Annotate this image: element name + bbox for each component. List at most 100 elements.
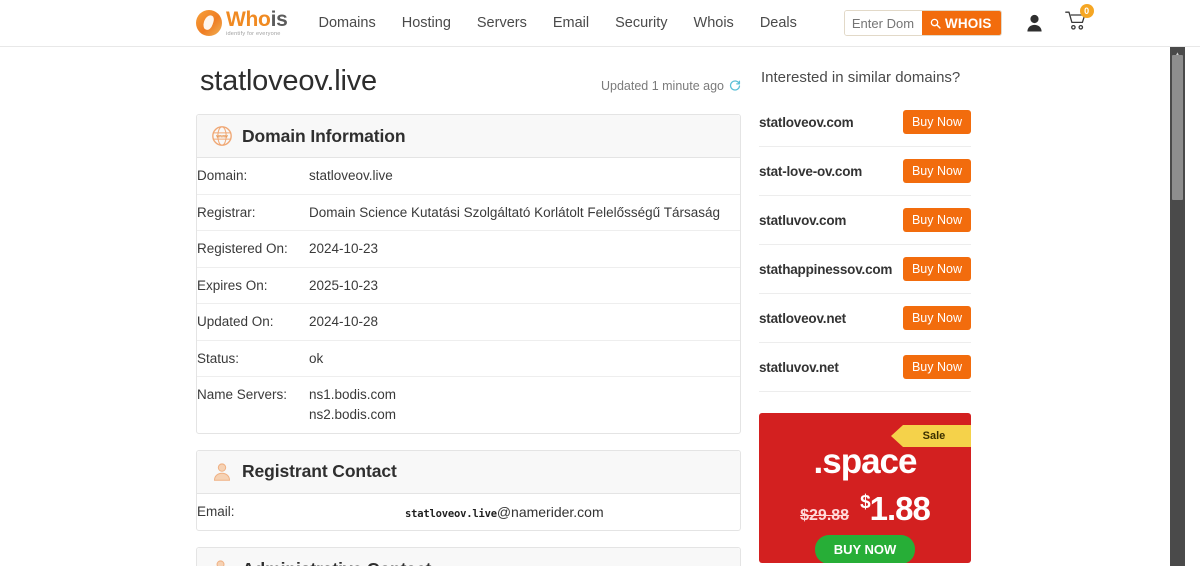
promo-tld-label: .space xyxy=(813,442,918,481)
promo-buy-now-button[interactable]: BUY NOW xyxy=(814,535,916,563)
buy-now-button[interactable]: Buy Now xyxy=(902,159,971,183)
row-value: ns1.bodis.com ns2.bodis.com xyxy=(309,376,740,433)
email-local-part: statloveov.live xyxy=(405,507,497,520)
similar-domain-name[interactable]: statluvov.com xyxy=(759,213,846,228)
nav-link-deals[interactable]: Deals xyxy=(747,15,810,31)
administrative-contact-title: Administrative Contact xyxy=(242,559,431,566)
row-value: statloveov.live xyxy=(309,168,393,183)
site-logo[interactable]: Whois identify for everyone xyxy=(196,6,288,40)
nav-link-domains[interactable]: Domains xyxy=(306,15,389,31)
similar-domains-title: Interested in similar domains? xyxy=(761,69,961,86)
similar-domain-name[interactable]: statloveov.net xyxy=(759,311,846,326)
promo-new-price-value: 1.88 xyxy=(869,490,931,527)
registrant-contact-table: Email: statloveov.live@namerider.com xyxy=(197,494,740,531)
domain-information-header: www Domain Information xyxy=(197,115,740,158)
list-item: stathappinessov.com Buy Now xyxy=(759,245,971,294)
row-label: Registrar: xyxy=(197,193,309,231)
whois-search-group: WHOIS xyxy=(843,10,1002,36)
registrant-email-value: statloveov.live@namerider.com xyxy=(309,494,740,531)
row-label: Status: xyxy=(197,339,309,377)
logo-wordmark: Whois xyxy=(226,9,288,30)
row-label: Registered On: xyxy=(197,230,309,268)
promo-old-price: $29.88 xyxy=(800,507,850,524)
nav-link-whois[interactable]: Whois xyxy=(681,15,747,31)
list-item: statluvov.com Buy Now xyxy=(759,196,971,245)
table-row: Email: statloveov.live@namerider.com xyxy=(197,494,740,531)
svg-text:www: www xyxy=(215,134,228,139)
table-row-name-servers: Name Servers: ns1.bodis.com ns2.bodis.co… xyxy=(197,376,740,433)
main-column: statloveov.live Updated 1 minute ago www xyxy=(196,47,741,566)
table-row: Registered On: 2024-10-23 xyxy=(197,230,740,268)
name-server-2: ns2.bodis.com xyxy=(309,406,397,422)
logo-word-dark: is xyxy=(270,7,288,31)
name-server-1: ns1.bodis.com xyxy=(309,387,397,403)
updated-label: Updated 1 minute ago xyxy=(600,79,724,93)
promo-currency-symbol: $ xyxy=(860,492,871,513)
table-row: Registrar: Domain Science Kutatási Szolg… xyxy=(197,193,740,231)
page-title: statloveov.live xyxy=(200,65,377,97)
top-navigation-bar: Whois identify for everyone Domains Host… xyxy=(0,0,1200,47)
buy-now-button[interactable]: Buy Now xyxy=(902,306,971,330)
nav-link-email[interactable]: Email xyxy=(540,15,602,31)
user-account-icon[interactable] xyxy=(1026,14,1043,32)
www-globe-icon: www xyxy=(212,126,232,146)
logo-tagline: identify for everyone xyxy=(226,30,281,37)
whois-search-button[interactable]: WHOIS xyxy=(921,11,1001,35)
list-item: statloveov.com Buy Now xyxy=(759,98,971,147)
cart-count-badge: 0 xyxy=(1079,4,1094,18)
domain-information-panel: www Domain Information Domain: statloveo… xyxy=(196,114,741,434)
whois-search-button-label: WHOIS xyxy=(944,15,992,31)
nav-link-hosting[interactable]: Hosting xyxy=(389,15,464,31)
administrative-contact-header: Administrative Contact xyxy=(197,548,740,566)
person-icon xyxy=(213,462,231,481)
similar-domain-name[interactable]: statluvov.net xyxy=(759,360,839,375)
registrant-contact-panel: Registrant Contact Email: statloveov.liv… xyxy=(196,449,741,532)
domain-information-table: Domain: statloveov.live Registrar: Domai… xyxy=(197,158,740,433)
row-label: Expires On: xyxy=(197,266,309,304)
similar-domain-name[interactable]: stat-love-ov.com xyxy=(759,164,862,179)
person-admin-icon xyxy=(216,560,225,566)
nav-icon-group: 0 xyxy=(1026,4,1094,35)
list-item: statloveov.net Buy Now xyxy=(759,294,971,343)
similar-domain-name[interactable]: statloveov.com xyxy=(759,115,854,130)
promo-new-price: $1.88 xyxy=(860,490,931,527)
primary-nav-links: Domains Hosting Servers Email Security W… xyxy=(306,15,810,31)
row-label: Email: xyxy=(197,503,235,519)
scrollbar-thumb[interactable] xyxy=(1172,55,1183,200)
administrative-contact-panel: Administrative Contact Email: statloveov… xyxy=(196,547,741,566)
row-label: Updated On: xyxy=(197,303,309,341)
refresh-icon[interactable] xyxy=(729,80,741,92)
buy-now-button[interactable]: Buy Now xyxy=(902,355,971,379)
list-item: stat-love-ov.com Buy Now xyxy=(759,147,971,196)
similar-domain-name[interactable]: stathappinessov.com xyxy=(759,262,892,277)
list-item: statluvov.net Buy Now xyxy=(759,343,971,392)
search-icon xyxy=(930,18,941,29)
domain-search-input[interactable] xyxy=(844,11,922,35)
registrant-contact-title: Registrant Contact xyxy=(242,461,397,481)
row-value: 2024-10-28 xyxy=(309,303,740,341)
row-value: 2024-10-23 xyxy=(309,230,740,268)
page-title-row: statloveov.live Updated 1 minute ago xyxy=(200,65,741,98)
domain-information-title: Domain Information xyxy=(242,125,406,146)
registrant-contact-header: Registrant Contact xyxy=(197,450,740,494)
buy-now-button[interactable]: Buy Now xyxy=(902,257,971,281)
table-row: Status: ok xyxy=(197,339,740,377)
space-promo-banner[interactable]: Sale .space $29.88 $1.88 BUY NOW xyxy=(759,413,971,563)
nav-link-servers[interactable]: Servers xyxy=(464,15,540,31)
table-row: Expires On: 2025-10-23 xyxy=(197,266,740,304)
page-content: statloveov.live Updated 1 minute ago www xyxy=(0,47,1185,566)
page-scrollbar[interactable]: ▲ ▼ xyxy=(1170,47,1185,566)
buy-now-button[interactable]: Buy Now xyxy=(902,208,971,232)
row-value: Domain Science Kutatási Szolgáltató Korl… xyxy=(309,193,740,231)
sidebar-column: Interested in similar domains? statloveo… xyxy=(759,47,971,566)
row-value: ok xyxy=(309,339,740,377)
shopping-cart-button[interactable]: 0 xyxy=(1064,4,1094,35)
email-domain-part: @namerider.com xyxy=(496,503,604,520)
buy-now-button[interactable]: Buy Now xyxy=(902,110,971,134)
nav-link-security[interactable]: Security xyxy=(602,15,680,31)
row-label: Domain: xyxy=(197,168,248,183)
logo-mark-icon xyxy=(196,10,222,36)
updated-status: Updated 1 minute ago xyxy=(601,79,741,93)
sale-ribbon: Sale xyxy=(891,425,971,447)
promo-price-row: $29.88 $1.88 xyxy=(759,492,971,525)
